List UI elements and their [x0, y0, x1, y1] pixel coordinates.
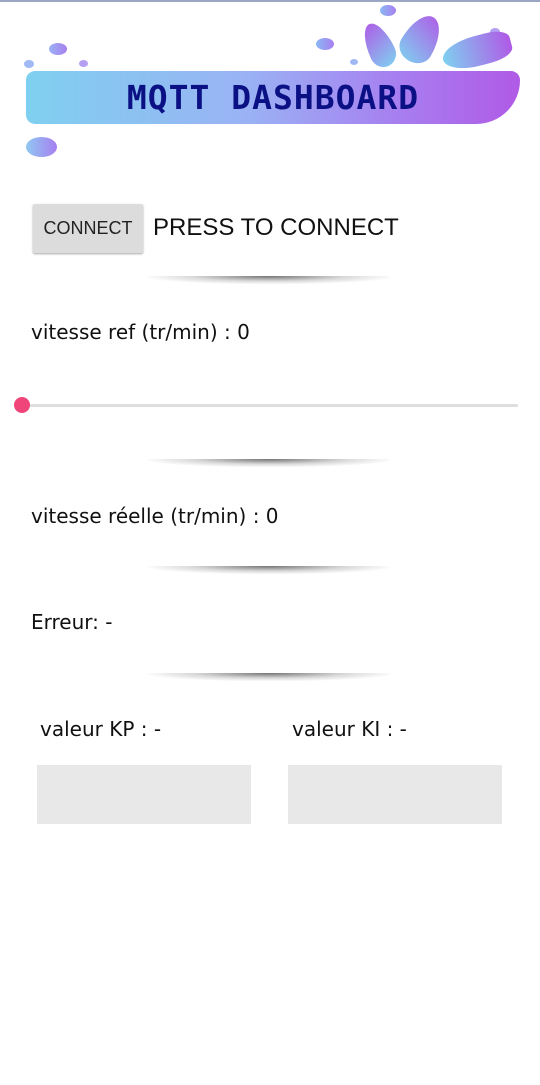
- actual-speed-label: vitesse réelle (tr/min) : 0: [31, 504, 279, 528]
- header: MQTT DASHBOARD: [0, 0, 540, 170]
- decor-blob: [380, 5, 396, 16]
- ki-label: valeur KI : -: [292, 717, 407, 741]
- decor-splash: [439, 27, 515, 75]
- slider-thumb[interactable]: [14, 397, 30, 413]
- divider: [148, 673, 390, 681]
- divider: [148, 566, 390, 574]
- divider: [148, 459, 390, 467]
- connection-status: PRESS TO CONNECT: [153, 214, 399, 241]
- reference-speed-label: vitesse ref (tr/min) : 0: [31, 320, 250, 344]
- ki-input[interactable]: [288, 765, 502, 824]
- decor-splash: [393, 8, 449, 70]
- decor-blob: [49, 43, 67, 55]
- decor-blob: [316, 38, 334, 50]
- page-title: MQTT DASHBOARD: [126, 78, 420, 117]
- connect-button[interactable]: CONNECT: [33, 204, 143, 253]
- decor-blob: [24, 60, 34, 68]
- kp-label: valeur KP : -: [40, 717, 162, 741]
- slider-track[interactable]: [22, 404, 518, 407]
- divider: [148, 276, 390, 284]
- kp-input[interactable]: [37, 765, 251, 824]
- decor-blob: [26, 137, 57, 157]
- decor-blob: [79, 60, 88, 67]
- decor-blob: [350, 59, 358, 65]
- error-label: Erreur: -: [31, 610, 113, 634]
- decor-splash: [357, 18, 401, 72]
